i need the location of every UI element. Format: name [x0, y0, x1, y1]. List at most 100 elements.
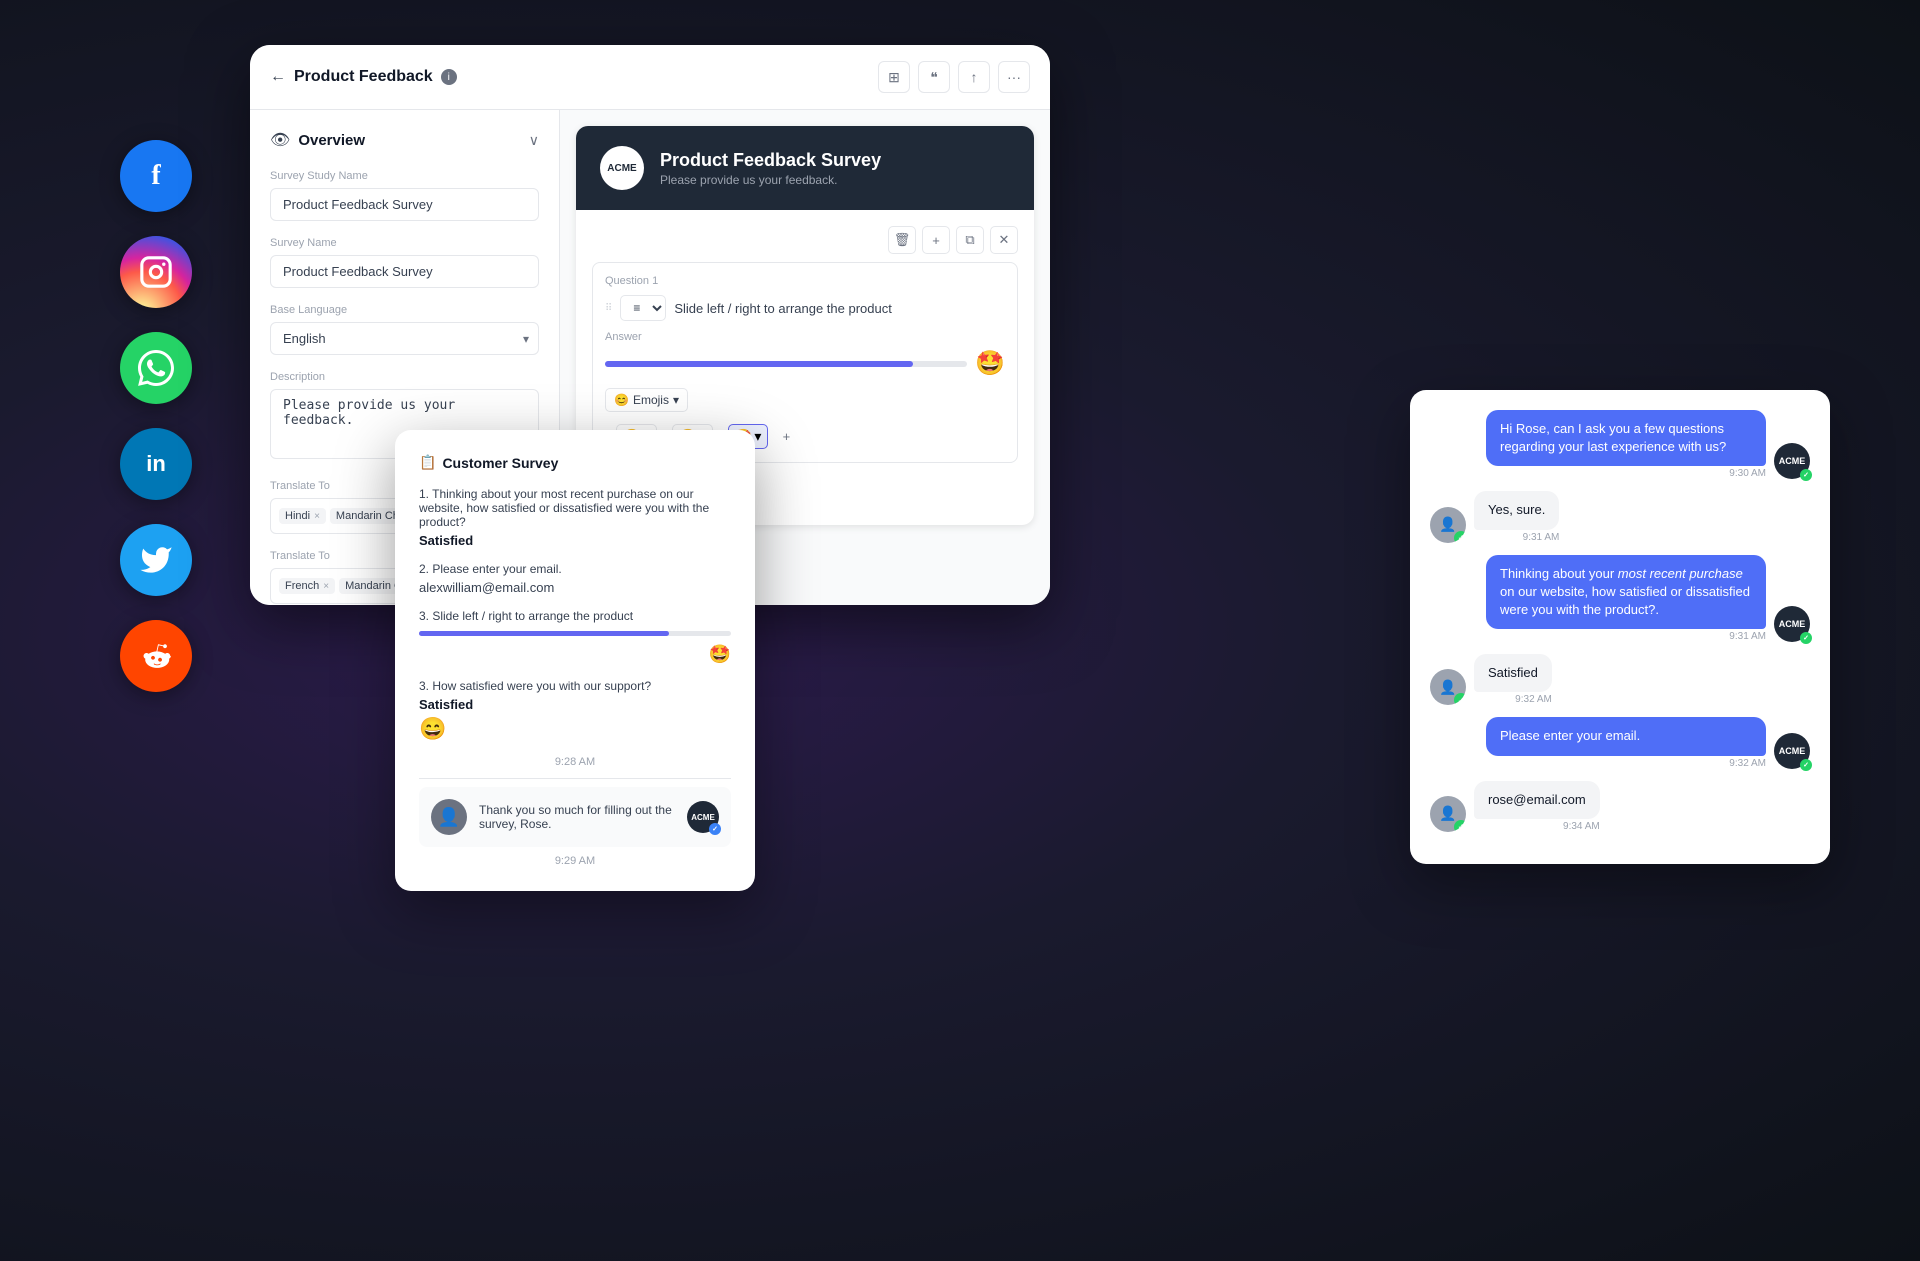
grid-view-button[interactable]: ⊞ — [878, 61, 910, 93]
acme-badge: ACME ✓ — [687, 801, 719, 833]
thank-message: Thank you so much for filling out the su… — [479, 803, 675, 831]
wa-badge-3: ✓ — [1454, 820, 1466, 832]
remove-french-2[interactable]: × — [323, 581, 329, 592]
survey-name-label: Survey Name — [270, 237, 539, 249]
overview-title: Overview — [298, 132, 365, 149]
chat-time-5: 9:32 AM — [1486, 758, 1766, 769]
facebook-icon[interactable]: f — [120, 140, 192, 212]
study-name-input[interactable] — [270, 188, 539, 221]
tag-hindi: Hindi × — [279, 508, 326, 524]
survey-name-group: Survey Name — [270, 237, 539, 288]
copy-question-btn[interactable]: ⧉ — [956, 226, 984, 254]
wa-check-3: ✓ — [1800, 759, 1812, 771]
q4-answer: Satisfied — [419, 697, 731, 712]
page-title: Product Feedback — [294, 68, 433, 86]
answer-label: Answer — [605, 331, 1005, 343]
chat-msg-3: ACME ✓ Thinking about your most recent p… — [1430, 555, 1810, 643]
tag-french-2: French × — [279, 578, 335, 594]
upload-button[interactable]: ↑ — [958, 61, 990, 93]
twitter-icon[interactable] — [120, 524, 192, 596]
wa-check-1: ✓ — [1800, 469, 1812, 481]
question-toolbar: 🗑 + ⧉ ✕ — [592, 226, 1018, 254]
cs-footer-msg: 👤 Thank you so much for filling out the … — [419, 787, 731, 847]
slider-container: 🤩 — [605, 349, 1005, 378]
cs-time-2: 9:29 AM — [419, 855, 731, 867]
quote-button[interactable]: ❝ — [918, 61, 950, 93]
q1-number: 1. — [419, 487, 432, 501]
whatsapp-chat-card: ACME ✓ Hi Rose, can I ask you a few ques… — [1410, 390, 1830, 864]
overview-header: 👁 Overview ∨ — [270, 130, 539, 150]
linkedin-icon[interactable]: in — [120, 428, 192, 500]
survey-name-input[interactable] — [270, 255, 539, 288]
q1-answer: Satisfied — [419, 533, 731, 548]
chat-bubble-1: Hi Rose, can I ask you a few questions r… — [1486, 410, 1766, 466]
cs-question-2: 2. Please enter your email. alexwilliam@… — [419, 562, 731, 595]
delete-question-btn[interactable]: 🗑 — [888, 226, 916, 254]
overview-title-group: 👁 Overview — [270, 130, 365, 150]
back-button[interactable]: ← — [270, 68, 286, 86]
description-label: Description — [270, 371, 539, 383]
eye-icon: 👁 — [270, 130, 290, 150]
customer-survey-title: 📋 Customer Survey — [419, 454, 731, 471]
reddit-icon[interactable] — [120, 620, 192, 692]
add-question-toolbar-btn[interactable]: + — [922, 226, 950, 254]
cs-emoji-row: 😄 — [419, 716, 731, 742]
survey-title-block: Product Feedback Survey Please provide u… — [660, 150, 1010, 187]
header-actions: ⊞ ❝ ↑ ··· — [878, 61, 1030, 93]
chat-msg-6: 👤 ✓ rose@email.com 9:34 AM — [1430, 781, 1810, 832]
overview-chevron[interactable]: ∨ — [529, 132, 539, 149]
emojis-chevron-icon: ▾ — [673, 393, 679, 407]
chat-time-2: 9:31 AM — [1474, 532, 1559, 543]
question-1-row: ⠿ ≡ — [605, 295, 1005, 321]
cs-q-3-text: 3. Slide left / right to arrange the pro… — [419, 609, 731, 623]
base-language-label: Base Language — [270, 304, 539, 316]
chat-bubble-4: Satisfied — [1474, 654, 1552, 692]
app-header: ← Product Feedback i ⊞ ❝ ↑ ··· — [250, 45, 1050, 110]
add-emoji-btn[interactable]: + — [772, 422, 800, 450]
question-1-label: Question 1 — [605, 275, 1005, 287]
emoji-chevron-3: ▾ — [754, 428, 761, 445]
q2-answer: alexwilliam@email.com — [419, 580, 731, 595]
drag-handle-icon[interactable]: ⠿ — [605, 303, 612, 314]
trash-question-btn[interactable]: ✕ — [990, 226, 1018, 254]
wa-check-2: ✓ — [1800, 632, 1812, 644]
chat-msg-5: ACME ✓ Please enter your email. 9:32 AM — [1430, 717, 1810, 768]
base-language-select[interactable]: English — [270, 322, 539, 355]
survey-header: ACME Product Feedback Survey Please prov… — [576, 126, 1034, 210]
emojis-section: 😊 Emojis ▾ — [605, 388, 1005, 412]
chat-msg-2: 👤 ✓ Yes, sure. 9:31 AM — [1430, 491, 1810, 542]
remove-hindi[interactable]: × — [314, 511, 320, 522]
cs-time-1: 9:28 AM — [419, 756, 731, 768]
chat-time-4: 9:32 AM — [1474, 694, 1552, 705]
survey-icon: 📋 — [419, 454, 436, 471]
header-left: ← Product Feedback i — [270, 68, 457, 86]
base-language-wrapper: English ▾ — [270, 322, 539, 355]
whatsapp-icon[interactable] — [120, 332, 192, 404]
emojis-select-btn[interactable]: 😊 Emojis ▾ — [605, 388, 688, 412]
face-icon: 😊 — [614, 393, 629, 407]
study-name-group: Survey Study Name — [270, 170, 539, 221]
user-chat-avatar-2: 👤 ✓ — [1430, 669, 1466, 705]
chat-bubble-5: Please enter your email. — [1486, 717, 1766, 755]
chat-bubble-6: rose@email.com — [1474, 781, 1600, 819]
question-type-select[interactable]: ≡ — [620, 295, 666, 321]
cs-question-1: 1. Thinking about your most recent purch… — [419, 487, 731, 548]
cs-question-4: 3. How satisfied were you with our suppo… — [419, 679, 731, 742]
acme-chat-badge-1: ACME ✓ — [1774, 443, 1810, 479]
user-chat-avatar-3: 👤 ✓ — [1430, 796, 1466, 832]
wa-badge-2: ✓ — [1454, 693, 1466, 705]
slider-track[interactable] — [605, 361, 967, 367]
instagram-icon[interactable] — [120, 236, 192, 308]
more-options-button[interactable]: ··· — [998, 61, 1030, 93]
customer-survey-card: 📋 Customer Survey 1. Thinking about your… — [395, 430, 755, 891]
chat-time-1: 9:30 AM — [1486, 468, 1766, 479]
chat-msg-4: 👤 ✓ Satisfied 9:32 AM — [1430, 654, 1810, 705]
info-button[interactable]: i — [441, 69, 457, 85]
emojis-label: Emojis — [633, 393, 669, 407]
chat-time-6: 9:34 AM — [1474, 821, 1600, 832]
cs-slider — [419, 631, 731, 636]
question-text-input[interactable] — [674, 301, 1005, 316]
divider — [419, 778, 731, 779]
chat-time-3: 9:31 AM — [1486, 631, 1766, 642]
q1-text: Thinking about your most recent purchase… — [419, 487, 709, 529]
